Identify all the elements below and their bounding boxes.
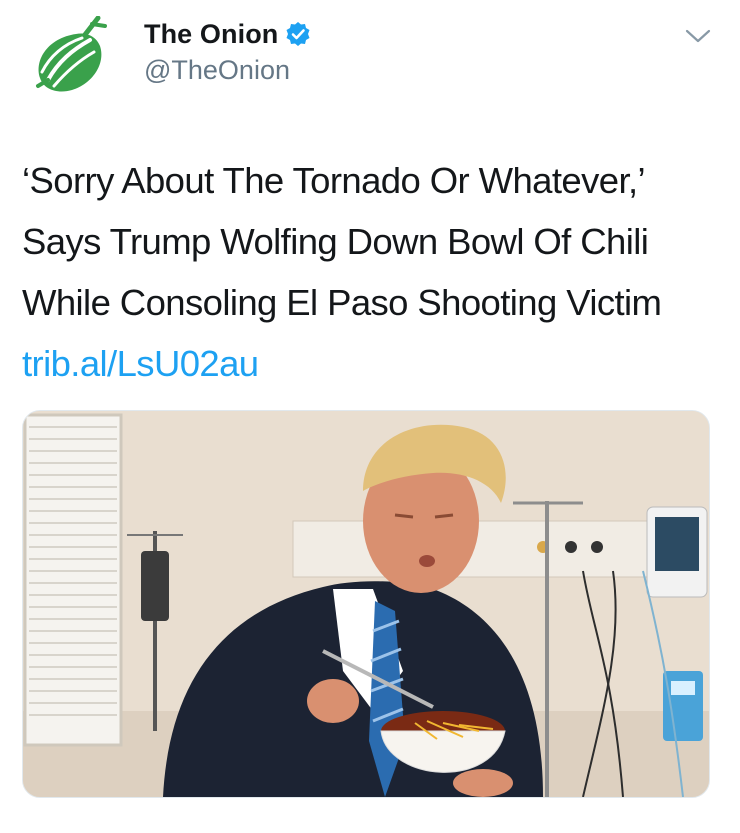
tweet-text: ‘Sorry About The Tornado Or Whatever,’ S… [22,150,712,394]
verified-badge-icon [285,21,311,47]
chevron-down-icon [685,29,711,43]
avatar[interactable] [28,15,118,96]
handle[interactable]: @TheOnion [144,52,311,88]
display-name[interactable]: The Onion [144,19,278,50]
display-name-row: The Onion [144,16,311,52]
user-info: The Onion @TheOnion [144,16,311,88]
tweet-link[interactable]: trib.al/LsU02au [22,343,259,384]
tweet-menu-button[interactable] [684,26,712,46]
onion-logo-icon [36,15,107,92]
tweet-card: The Onion @TheOnion ‘Sorry About The Tor… [0,0,740,833]
photo-image [23,411,709,797]
tweet-photo[interactable] [22,410,710,798]
tweet-body: ‘Sorry About The Tornado Or Whatever,’ S… [22,160,662,323]
